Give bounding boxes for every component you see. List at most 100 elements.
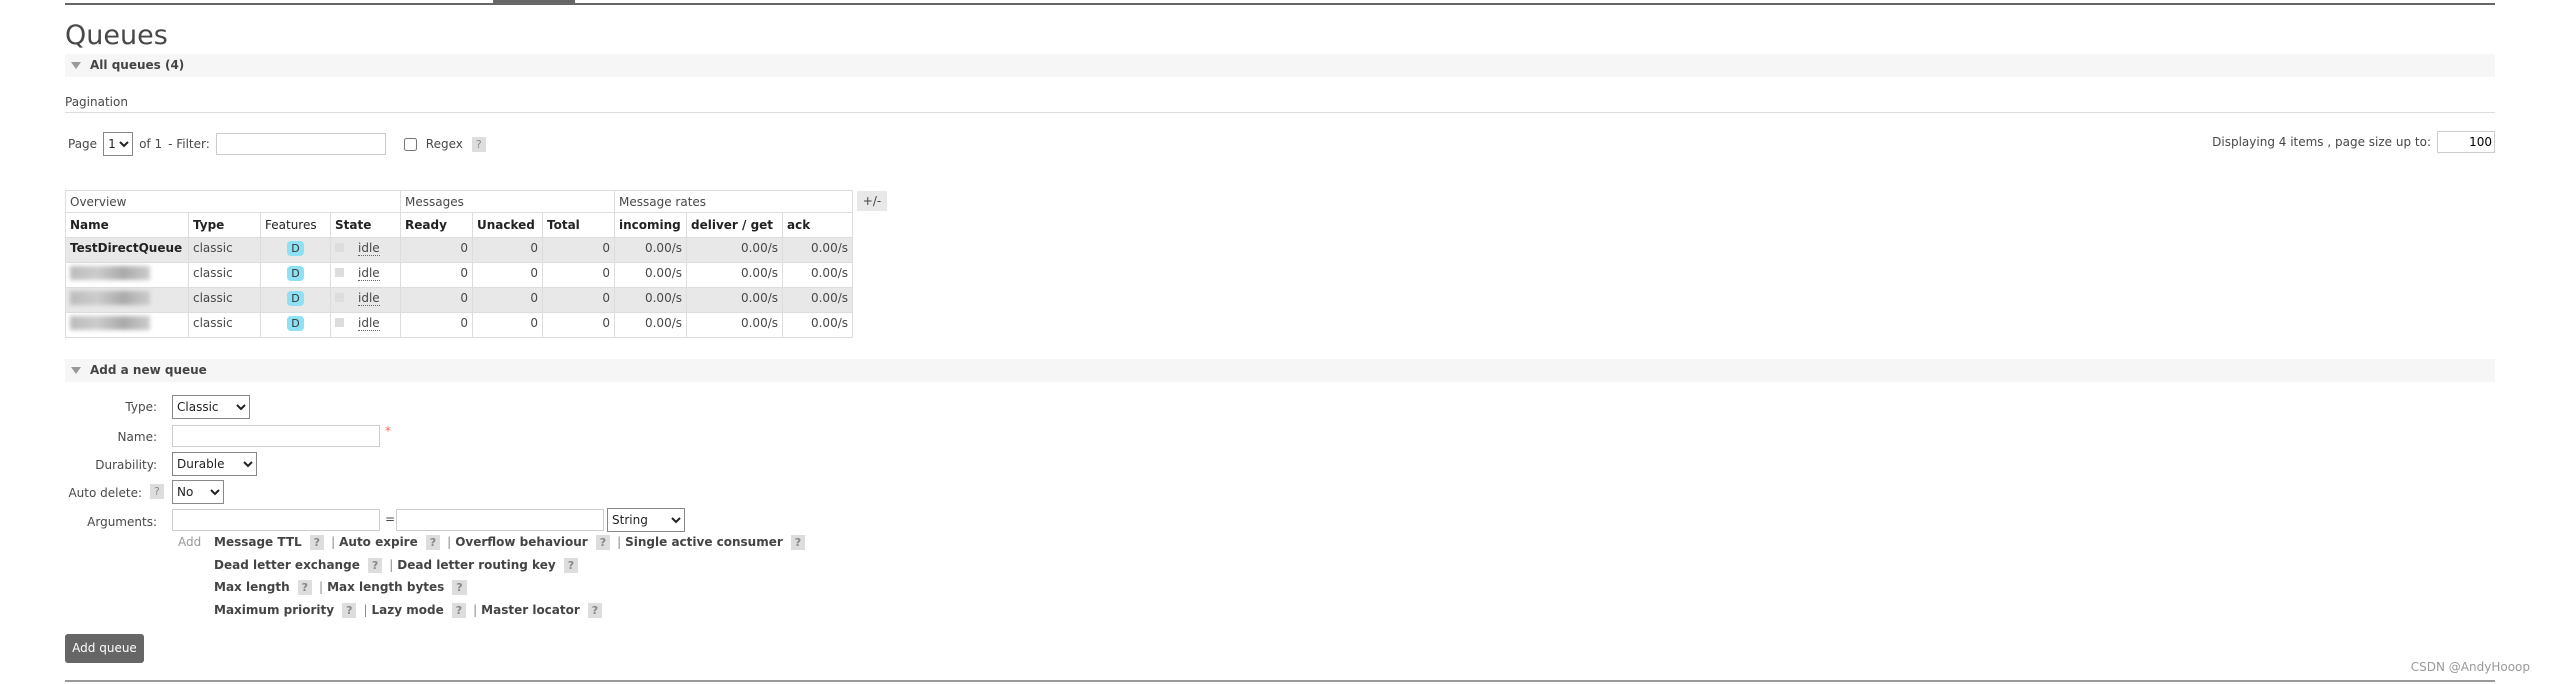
ack-cell: 0.00/s xyxy=(782,287,853,313)
triangle-down-icon xyxy=(71,367,81,374)
separator: | xyxy=(319,580,324,594)
state-text: idle xyxy=(358,266,380,281)
argument-shortcut-link[interactable]: Max length xyxy=(214,580,290,594)
argument-shortcut-link[interactable]: Maximum priority xyxy=(214,603,334,617)
help-button[interactable]: ? xyxy=(452,580,467,595)
total-cell: 0 xyxy=(542,312,615,338)
durability-select[interactable]: Durable xyxy=(172,452,257,476)
argument-shortcut-link[interactable]: Message TTL xyxy=(214,535,302,549)
queue-type: classic xyxy=(188,287,261,313)
column-header[interactable]: Features xyxy=(260,212,331,238)
page-size-input[interactable] xyxy=(2437,131,2495,153)
redacted-name xyxy=(70,291,150,305)
incoming-cell: 0.00/s xyxy=(614,287,687,313)
features-cell: D xyxy=(260,287,331,313)
help-button[interactable]: ? xyxy=(425,535,441,550)
page-select[interactable]: 1 xyxy=(103,132,134,156)
argument-shortcut-link[interactable]: Auto expire xyxy=(339,535,418,549)
group-messages: Messages xyxy=(400,190,615,213)
argument-shortcut-link[interactable]: Single active consumer xyxy=(625,535,783,549)
column-header[interactable]: Total xyxy=(542,212,615,238)
argument-shortcut-link[interactable]: Max length bytes xyxy=(327,580,444,594)
help-button[interactable]: ? xyxy=(587,603,603,618)
column-toggle-button[interactable]: +/- xyxy=(857,191,887,211)
column-header[interactable]: deliver / get xyxy=(686,212,783,238)
column-header[interactable]: Type xyxy=(188,212,261,238)
column-header[interactable]: Unacked xyxy=(472,212,543,238)
argument-shortcut-link[interactable]: Master locator xyxy=(481,603,580,617)
separator: | xyxy=(389,558,394,572)
durable-badge: D xyxy=(287,241,304,256)
separator: | xyxy=(447,535,452,549)
help-button[interactable]: ? xyxy=(563,558,579,573)
argument-type-select[interactable]: String xyxy=(607,508,685,532)
redacted-name xyxy=(70,316,150,330)
queue-name-redacted[interactable] xyxy=(65,262,189,288)
column-header[interactable]: ack xyxy=(782,212,853,238)
ack-cell: 0.00/s xyxy=(782,262,853,288)
type-select[interactable]: Classic xyxy=(172,395,250,419)
ready-cell: 0 xyxy=(400,312,473,338)
queue-name-redacted[interactable] xyxy=(65,287,189,313)
filter-label: - Filter: xyxy=(168,137,210,151)
add-queue-section-toggle[interactable]: Add a new queue xyxy=(65,359,2495,382)
argument-shortcut-link[interactable]: Dead letter exchange xyxy=(214,558,360,572)
auto-delete-help-button[interactable]: ? xyxy=(150,484,164,499)
help-button[interactable]: ? xyxy=(297,580,313,595)
watermark: CSDN @AndyHooop xyxy=(2410,660,2530,674)
durable-badge: D xyxy=(287,316,304,331)
argument-key-input[interactable] xyxy=(172,509,380,531)
state-cell: idle xyxy=(330,287,401,313)
table-row[interactable]: classic Didle 0 0 0 0.00/s 0.00/s 0.00/s xyxy=(65,312,853,338)
help-button[interactable]: ? xyxy=(595,535,611,550)
page-title: Queues xyxy=(65,20,168,51)
help-button[interactable]: ? xyxy=(309,535,325,550)
queue-name[interactable]: TestDirectQueue xyxy=(65,237,189,263)
features-cell: D xyxy=(260,237,331,263)
argument-shortcut-link[interactable]: Dead letter routing key xyxy=(397,558,555,572)
unacked-cell: 0 xyxy=(472,312,543,338)
triangle-down-icon xyxy=(71,62,81,69)
name-label: Name: xyxy=(117,430,157,444)
queue-name-input[interactable] xyxy=(172,425,380,447)
help-button[interactable]: ? xyxy=(367,558,383,573)
arguments-label: Arguments: xyxy=(87,515,157,529)
argument-shortcuts-row: Max length? | Max length bytes? xyxy=(214,580,470,595)
regex-checkbox[interactable] xyxy=(403,137,417,151)
column-header[interactable]: State xyxy=(330,212,401,238)
argument-shortcuts-row: Message TTL? | Auto expire? | Overflow behav… xyxy=(214,535,808,550)
help-button[interactable]: ? xyxy=(451,603,467,618)
table-row[interactable]: classic Didle 0 0 0 0.00/s 0.00/s 0.00/s xyxy=(65,262,853,288)
required-marker: * xyxy=(385,424,391,438)
filter-input[interactable] xyxy=(215,133,386,155)
column-header[interactable]: Name xyxy=(65,212,189,238)
table-row[interactable]: TestDirectQueue classic Didle 0 0 0 0.00/s 0.00… xyxy=(65,237,853,263)
help-button[interactable]: ? xyxy=(790,535,806,550)
pagination-controls: Page 1 of 1 - Filter: Regex ? xyxy=(68,132,489,156)
equals-sign: = xyxy=(385,512,396,526)
column-header[interactable]: incoming xyxy=(614,212,687,238)
ready-cell: 0 xyxy=(400,287,473,313)
table-row[interactable]: classic Didle 0 0 0 0.00/s 0.00/s 0.00/s xyxy=(65,287,853,313)
all-queues-section-toggle[interactable]: All queues (4) xyxy=(65,54,2495,77)
total-cell: 0 xyxy=(542,237,615,263)
bottom-divider xyxy=(65,680,2495,682)
help-button[interactable]: ? xyxy=(342,603,357,618)
separator: | xyxy=(473,603,478,617)
incoming-cell: 0.00/s xyxy=(614,312,687,338)
argument-shortcut-link[interactable]: Overflow behaviour xyxy=(455,535,588,549)
divider xyxy=(65,112,2495,113)
separator: | xyxy=(617,535,622,549)
argument-shortcut-link[interactable]: Lazy mode xyxy=(372,603,444,617)
column-header[interactable]: Ready xyxy=(400,212,473,238)
queues-table: Overview Messages Message rates Name Type… xyxy=(65,190,853,338)
features-cell: D xyxy=(260,312,331,338)
argument-value-input[interactable] xyxy=(396,509,604,531)
queue-type: classic xyxy=(188,312,261,338)
add-queue-button[interactable]: Add queue xyxy=(65,634,144,663)
auto-delete-select[interactable]: No xyxy=(172,480,224,504)
queue-name-redacted[interactable] xyxy=(65,312,189,338)
regex-help-button[interactable]: ? xyxy=(471,136,486,152)
features-cell: D xyxy=(260,262,331,288)
ack-cell: 0.00/s xyxy=(782,312,853,338)
